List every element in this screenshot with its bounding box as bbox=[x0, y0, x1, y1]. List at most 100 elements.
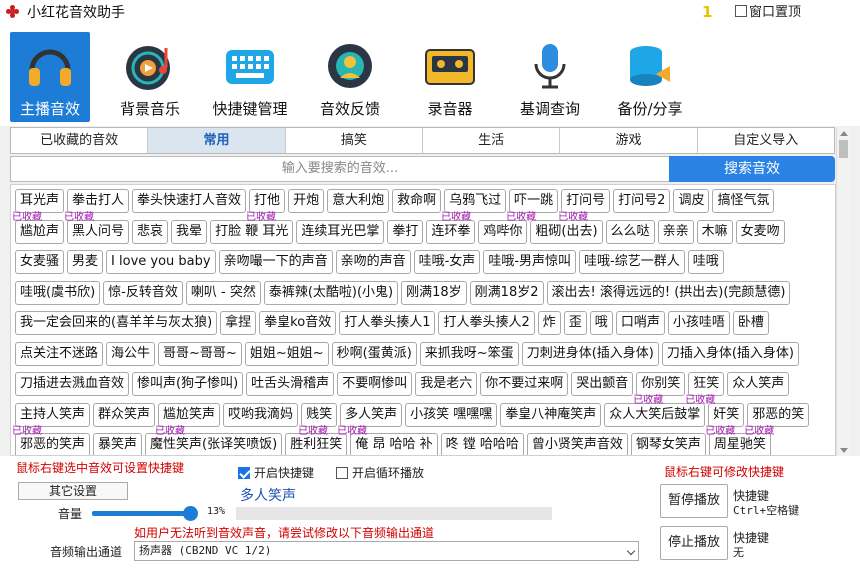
sound-button[interactable]: 拳击打人 已收藏 bbox=[64, 189, 130, 223]
sound-button[interactable]: 亲亲 bbox=[657, 219, 694, 244]
sound-button[interactable]: 亲吻的声音 bbox=[335, 250, 411, 274]
sound-button[interactable]: 姐姐~姐姐~ bbox=[244, 341, 329, 366]
sound-button[interactable]: 打他 已收藏 bbox=[246, 189, 286, 223]
sound-button[interactable]: 哭出颤音 bbox=[571, 372, 634, 396]
sound-button[interactable]: 吓一跳 已收藏 bbox=[506, 189, 559, 223]
sound-button[interactable]: 口哨声 bbox=[615, 311, 665, 335]
sound-button[interactable]: 秒啊(蛋黄派) bbox=[331, 341, 417, 366]
sound-button[interactable]: 拳头快速打人音效 bbox=[132, 189, 247, 213]
search-input[interactable]: 输入要搜索的音效... bbox=[10, 156, 670, 182]
tab-favorites[interactable]: 已收藏的音效 bbox=[11, 128, 149, 153]
sound-button[interactable]: 哎哟我滴妈 bbox=[223, 402, 299, 427]
sound-button[interactable]: 点关注不迷路 bbox=[15, 341, 104, 366]
scroll-up-icon[interactable] bbox=[840, 131, 848, 136]
sound-button[interactable]: 小孩哇唔 bbox=[667, 311, 730, 335]
sound-button[interactable]: 哦 bbox=[589, 311, 613, 335]
sound-button[interactable]: 打问号2 bbox=[613, 189, 671, 213]
sound-button[interactable]: 你不要过来啊 bbox=[480, 372, 569, 396]
sound-button[interactable]: 众人大笑后鼓掌 bbox=[604, 402, 706, 427]
sound-button[interactable]: 曾小贤笑声音效已收藏 bbox=[526, 433, 628, 455]
sound-button[interactable]: 打问号 已收藏 bbox=[558, 189, 611, 223]
sound-button[interactable]: 炸 bbox=[537, 311, 561, 335]
tool-backup-share[interactable]: 备份/分享 bbox=[610, 32, 690, 122]
sound-button[interactable]: 刀刺进身体(插入身体) bbox=[521, 341, 659, 366]
sound-button[interactable]: 搞怪气氛 bbox=[712, 189, 775, 213]
sound-button[interactable]: 众人笑声 bbox=[727, 372, 790, 396]
tab-game[interactable]: 游戏 bbox=[560, 128, 698, 153]
sound-button[interactable]: 歪 bbox=[563, 311, 587, 335]
sound-button[interactable]: 来抓我呀~笨蛋 bbox=[419, 341, 519, 366]
output-channel-select[interactable]: 扬声器 (CB2ND VC 1/2) bbox=[134, 541, 639, 561]
sound-button[interactable]: 尴尬声 bbox=[15, 219, 65, 244]
sound-button[interactable]: 哇哦 bbox=[687, 250, 724, 274]
sound-button[interactable]: 咚 镗 哈哈哈 bbox=[440, 433, 524, 455]
tab-funny[interactable]: 搞笑 bbox=[285, 128, 423, 153]
sound-button[interactable]: 粗砌(出去) bbox=[530, 219, 603, 244]
enable-hotkey-option[interactable]: 开启快捷键 bbox=[238, 464, 314, 481]
sound-button[interactable]: 拳皇八神庵笑声 bbox=[500, 402, 602, 427]
tool-recorder[interactable]: 录音器 bbox=[410, 32, 490, 122]
sound-button[interactable]: 贱笑 已收藏 bbox=[298, 402, 338, 436]
sound-button[interactable]: 连续耳光巴掌 bbox=[296, 219, 385, 244]
sound-button[interactable]: 群众笑声 bbox=[93, 402, 156, 427]
sound-button[interactable]: 滚出去! 滚得远远的! (拱出去)(完颜慧德) bbox=[546, 280, 791, 305]
sound-button[interactable]: 哇哦-综艺一群人 bbox=[579, 250, 685, 274]
loop-play-checkbox[interactable] bbox=[336, 466, 348, 479]
volume-slider[interactable] bbox=[92, 511, 192, 516]
sound-button[interactable]: 连环拳 bbox=[426, 219, 476, 244]
volume-slider-handle[interactable] bbox=[183, 506, 198, 521]
sound-button[interactable]: 惊-反转音效 bbox=[103, 280, 183, 305]
sound-button[interactable]: 我一定会回来的(喜羊羊与灰太狼) bbox=[15, 311, 218, 335]
scroll-down-icon[interactable] bbox=[840, 448, 848, 453]
sound-button[interactable]: 邪恶的笑 已收藏 bbox=[744, 402, 810, 436]
sound-button[interactable]: 暴笑声已收藏 bbox=[93, 433, 143, 455]
sound-button[interactable]: 意大利炮 bbox=[327, 189, 390, 213]
sound-button[interactable]: 我是老六 bbox=[415, 372, 478, 396]
sound-button[interactable]: 不要啊惨叫 bbox=[337, 372, 413, 396]
playback-progress-bar[interactable] bbox=[236, 507, 552, 520]
loop-play-option[interactable]: 开启循环播放 bbox=[336, 464, 424, 481]
sound-button[interactable]: 你别笑 已收藏 bbox=[633, 372, 686, 406]
sound-button[interactable]: 拳皇ko音效 bbox=[259, 311, 337, 335]
enable-hotkey-checkbox[interactable] bbox=[238, 466, 250, 479]
tab-custom-import[interactable]: 自定义导入 bbox=[697, 128, 834, 153]
sound-button[interactable]: 耳光声 已收藏 bbox=[12, 189, 65, 223]
sound-button[interactable]: 刀插进去溅血音效 bbox=[15, 372, 130, 396]
topmost-checkbox[interactable] bbox=[735, 4, 747, 17]
vertical-scrollbar[interactable] bbox=[836, 128, 850, 456]
sound-button[interactable]: 海公牛 bbox=[106, 341, 156, 366]
other-settings-button[interactable]: 其它设置 bbox=[18, 482, 128, 500]
sound-button[interactable]: 么么哒 bbox=[605, 219, 655, 244]
sound-button[interactable]: 女麦骚 bbox=[15, 250, 65, 274]
sound-button[interactable]: 打人拳头揍人2 bbox=[438, 311, 535, 335]
sound-button[interactable]: 哇哦(虞书欣) bbox=[15, 280, 101, 305]
pause-button[interactable]: 暂停播放 bbox=[660, 484, 728, 518]
tool-anchor-sounds[interactable]: 主播音效 bbox=[10, 32, 90, 122]
sound-button[interactable]: 刚满18岁 bbox=[401, 280, 467, 305]
sound-button[interactable]: 狂笑 已收藏 bbox=[685, 372, 725, 406]
sound-button[interactable]: 刀插入身体(插入身体) bbox=[661, 341, 799, 366]
sound-button[interactable]: I love you baby bbox=[106, 250, 216, 274]
sound-button[interactable]: 钢琴女笑声 bbox=[630, 433, 706, 455]
stop-button[interactable]: 停止播放 bbox=[660, 526, 728, 560]
topmost-toggle[interactable]: 窗口置顶 bbox=[735, 1, 801, 20]
sound-button[interactable]: 哇哦-男声惊叫 bbox=[483, 250, 577, 274]
sound-button[interactable]: 我晕 bbox=[171, 219, 208, 244]
sound-button[interactable]: 调皮 bbox=[673, 189, 710, 213]
sound-button[interactable]: 打脸 鞭 耳光 bbox=[210, 219, 294, 244]
sound-button[interactable]: 泰裤辣(太酷啦)(小鬼) bbox=[263, 280, 399, 305]
sound-button[interactable]: 哥哥~哥哥~ bbox=[158, 341, 242, 366]
sound-button[interactable]: 尴尬笑声 已收藏 bbox=[155, 402, 221, 436]
sound-button[interactable]: 男麦 bbox=[67, 250, 104, 274]
sound-button[interactable]: 多人笑声 已收藏 bbox=[337, 402, 403, 436]
sound-button[interactable]: 拿捏 bbox=[220, 311, 257, 335]
tool-feedback[interactable]: 音效反馈 bbox=[310, 32, 390, 122]
sound-button[interactable]: 黑人问号 bbox=[67, 219, 130, 244]
sound-button[interactable]: 救命啊 bbox=[392, 189, 442, 213]
sound-button[interactable]: 亲吻嘬一下的声音 bbox=[218, 250, 333, 274]
sound-button[interactable]: 打人拳头揍人1 bbox=[339, 311, 436, 335]
tool-hotkeys[interactable]: 快捷键管理 bbox=[210, 32, 290, 122]
sound-button[interactable]: 吐舌头滑稽声 bbox=[246, 372, 335, 396]
tool-key-query[interactable]: 基调查询 bbox=[510, 32, 590, 122]
sound-button[interactable]: 卧槽 bbox=[732, 311, 769, 335]
